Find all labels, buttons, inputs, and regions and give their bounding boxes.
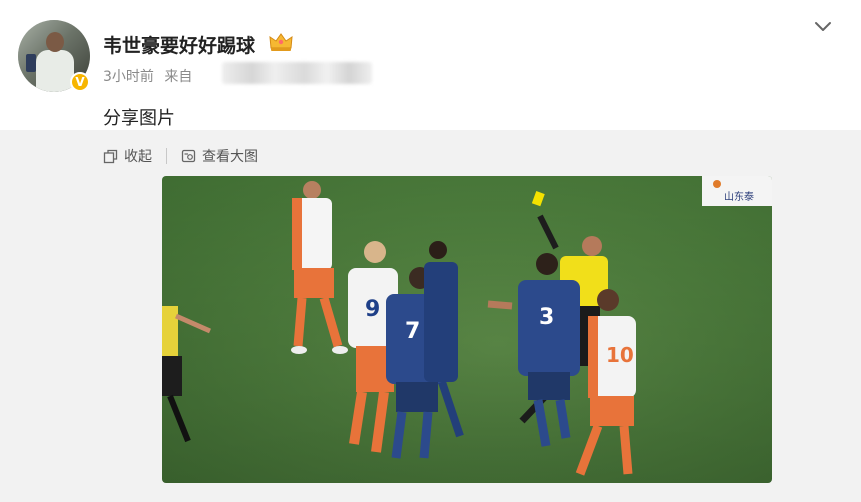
sponsor-board: 山东泰: [702, 176, 772, 206]
post-time[interactable]: 3小时前: [103, 69, 154, 85]
person-shape: [36, 50, 74, 92]
post-header: V 韦世豪要好好踢球 3小时前 来自 分享图片: [0, 0, 861, 130]
crown-icon[interactable]: [268, 31, 294, 53]
divider: [166, 148, 167, 164]
collapse-label: 收起: [124, 149, 152, 165]
post-source-prefix: 来自: [164, 69, 193, 85]
collapse-button[interactable]: 收起: [103, 146, 152, 166]
view-large-icon: [181, 149, 196, 162]
chevron-down-icon[interactable]: [812, 15, 834, 37]
post-photo[interactable]: 山东泰 9 7 3 10: [162, 176, 772, 483]
person-head-shape: [46, 32, 64, 52]
svg-text:9: 9: [365, 297, 380, 322]
sponsor-text: 山东泰: [724, 190, 754, 203]
svg-text:3: 3: [539, 305, 554, 330]
match-scene: 山东泰 9 7 3 10: [162, 176, 772, 483]
blurred-source: [222, 62, 372, 84]
svg-text:7: 7: [405, 319, 420, 344]
media-actions: 收起 查看大图: [103, 146, 258, 166]
svg-text:10: 10: [606, 343, 634, 367]
view-large-button[interactable]: 查看大图: [181, 146, 258, 166]
verified-badge-icon: V: [70, 72, 90, 92]
post-text: 分享图片: [103, 108, 175, 129]
username[interactable]: 韦世豪要好好踢球: [103, 31, 255, 58]
collapse-icon: [103, 149, 118, 163]
view-large-label: 查看大图: [202, 149, 258, 165]
post-meta: 3小时前 来自: [103, 66, 192, 86]
trophy-shape: [26, 54, 36, 72]
